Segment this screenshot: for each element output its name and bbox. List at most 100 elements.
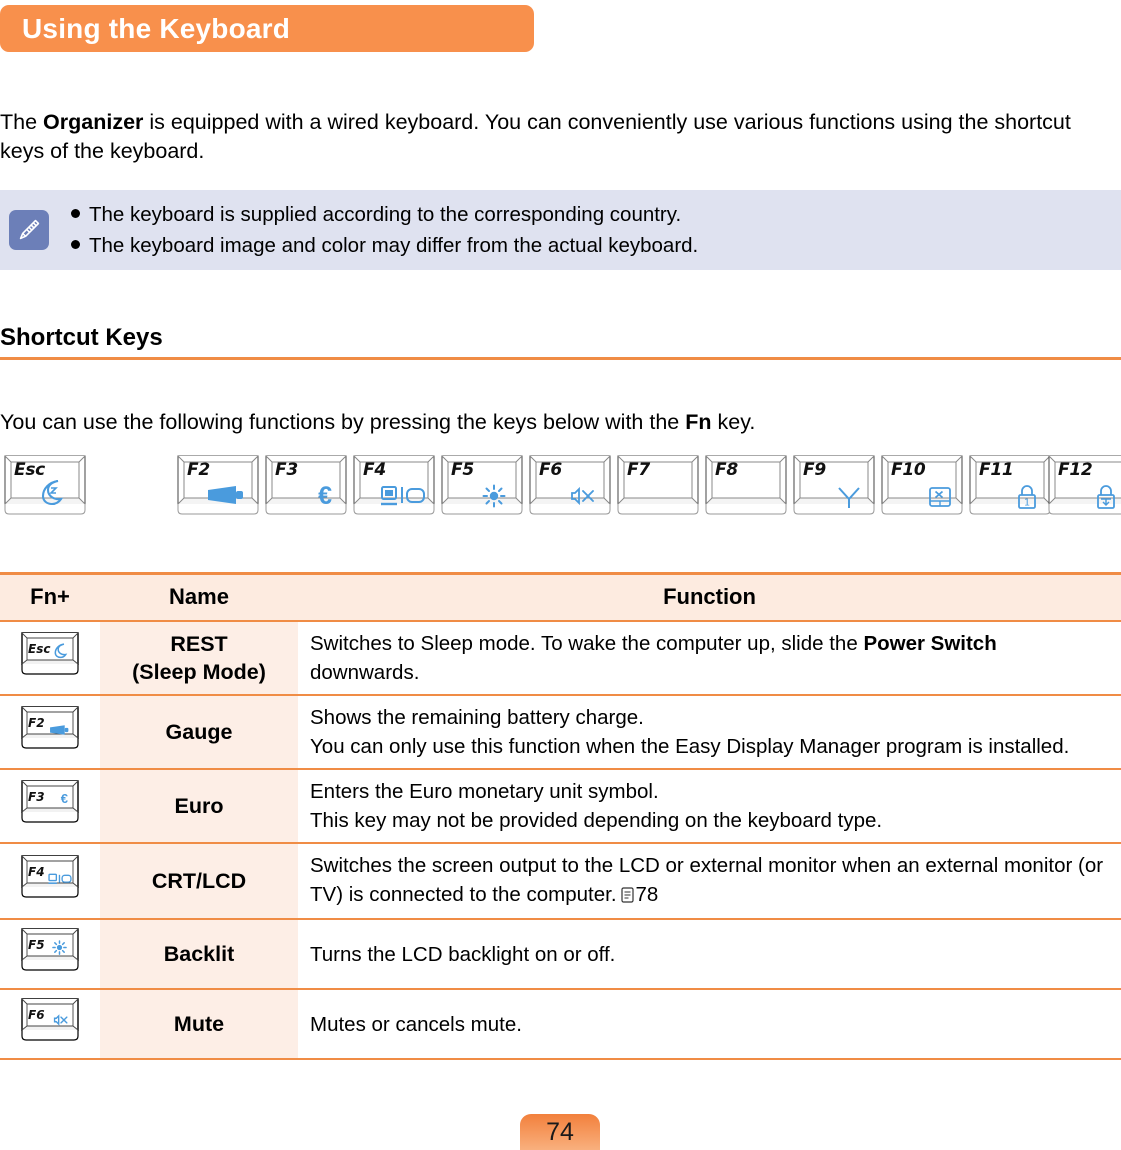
note-item: The keyboard image and color may differ … xyxy=(71,230,698,261)
keyboard-key-f5[interactable]: F5 xyxy=(440,452,524,520)
keycap-label: F6 xyxy=(28,1008,45,1022)
table-row: F2 Gauge Shows the remaining battery cha… xyxy=(0,695,1121,770)
keycap-f6: F6 xyxy=(19,996,81,1044)
function-line: Shows the remaining battery charge. xyxy=(310,706,644,729)
mute-speaker-icon xyxy=(570,484,596,508)
brightness-sun-icon xyxy=(52,939,67,960)
svg-text:1: 1 xyxy=(1024,498,1030,509)
wireless-antenna-icon xyxy=(836,484,862,510)
shortcut-keys-table: Fn+ Name Function Esc REST (Sleep Mode) … xyxy=(0,572,1121,1060)
keycap-label: F4 xyxy=(28,865,45,879)
keycap-esc: Esc xyxy=(19,630,81,678)
table-row: F4 CRT/LCD Switches the screen output to… xyxy=(0,843,1121,920)
note-item-text: The keyboard image and color may differ … xyxy=(89,234,699,257)
key-label: F12 xyxy=(1058,460,1093,480)
key-label: F10 xyxy=(891,460,926,480)
row-function-cell: Shows the remaining battery charge. You … xyxy=(298,695,1121,770)
euro-icon: € xyxy=(60,791,68,806)
table-row: F6 Mute Mutes or cancels mute. xyxy=(0,989,1121,1060)
mute-speaker-icon xyxy=(53,1011,69,1032)
key-label: F4 xyxy=(363,460,386,480)
bullet-icon xyxy=(71,240,80,249)
keyboard-key-f2[interactable]: F2 xyxy=(176,452,260,520)
section-heading: Shortcut Keys xyxy=(0,324,163,351)
keycap-f3: F3 € xyxy=(19,778,81,826)
row-key-cell: Esc xyxy=(0,621,100,696)
row-function-cell: Switches to Sleep mode. To wake the comp… xyxy=(298,621,1121,696)
key-label: Esc xyxy=(14,460,45,480)
row-name-cell: Backlit xyxy=(100,919,298,990)
keyboard-key-f9[interactable]: F9 xyxy=(792,452,876,520)
row-name-cell: Euro xyxy=(100,769,298,844)
crt-lcd-monitor-icon xyxy=(48,869,72,890)
keycap-label: F2 xyxy=(28,716,45,730)
section-intro-suffix: key. xyxy=(711,409,756,434)
page-number: 74 xyxy=(546,1117,574,1146)
keyboard-key-f8[interactable]: F8 xyxy=(704,452,788,520)
keyboard-key-f7[interactable]: F7 xyxy=(616,452,700,520)
row-name-cell: REST (Sleep Mode) xyxy=(100,621,298,696)
row-function-cell: Enters the Euro monetary unit symbol. Th… xyxy=(298,769,1121,844)
function-line: Enters the Euro monetary unit symbol. xyxy=(310,780,659,803)
row-function-cell: Mutes or cancels mute. xyxy=(298,989,1121,1060)
key-label: F7 xyxy=(627,460,650,480)
function-text-part: Switches to Sleep mode. To wake the comp… xyxy=(310,632,864,655)
keyboard-key-f3[interactable]: F3 € xyxy=(264,452,348,520)
key-label: F6 xyxy=(539,460,562,480)
moon-sleep-icon xyxy=(53,642,68,664)
section-intro: You can use the following functions by p… xyxy=(0,410,755,435)
intro-prefix: The xyxy=(0,109,44,134)
brightness-sun-icon xyxy=(482,484,506,508)
key-label: F9 xyxy=(803,460,826,480)
page-title-banner: Using the Keyboard xyxy=(0,5,534,52)
row-key-cell: F4 xyxy=(0,843,100,920)
keyboard-key-f6[interactable]: F6 xyxy=(528,452,612,520)
keycap-f4: F4 xyxy=(19,853,81,901)
table-header-row: Fn+ Name Function xyxy=(0,572,1121,622)
section-divider xyxy=(0,357,1121,360)
keyboard-key-esc[interactable]: Esc xyxy=(3,452,87,520)
function-line: This key may not be provided depending o… xyxy=(310,809,883,832)
key-label: F11 xyxy=(979,460,1014,480)
page-reference-icon xyxy=(620,885,634,908)
keyboard-key-f4[interactable]: F4 xyxy=(352,452,436,520)
battery-gauge-icon xyxy=(206,484,248,506)
note-box: The keyboard is supplied according to th… xyxy=(0,190,1121,270)
section-intro-prefix: You can use the following functions by p… xyxy=(0,409,686,434)
column-header-name: Name xyxy=(100,572,298,622)
touchpad-off-icon xyxy=(928,486,952,508)
table-row: Esc REST (Sleep Mode) Switches to Sleep … xyxy=(0,621,1121,696)
keyboard-key-f10[interactable]: F10 xyxy=(880,452,964,520)
page-number-badge: 74 xyxy=(520,1114,600,1150)
keyboard-key-f11[interactable]: F11 1 xyxy=(968,452,1052,520)
intro-suffix: is equipped with a wired keyboard. You c… xyxy=(0,109,1071,163)
keycap-f5: F5 xyxy=(19,926,81,974)
row-function-cell: Switches the screen output to the LCD or… xyxy=(298,843,1121,920)
function-text: Switches the screen output to the LCD or… xyxy=(310,854,1104,906)
keycap-label: F5 xyxy=(28,938,45,952)
section-heading-block: Shortcut Keys xyxy=(0,324,1121,360)
column-header-function: Function xyxy=(298,572,1121,622)
row-name-cell: CRT/LCD xyxy=(100,843,298,920)
fn-key-term: Fn xyxy=(685,409,712,434)
function-text-part: downwards. xyxy=(310,661,420,684)
key-label: F8 xyxy=(715,460,738,480)
key-label: F3 xyxy=(275,460,298,480)
page-title: Using the Keyboard xyxy=(22,12,291,44)
column-header-fn: Fn+ xyxy=(0,572,100,622)
key-label: F2 xyxy=(187,460,210,480)
function-line: You can only use this function when the … xyxy=(310,735,1070,758)
page-reference-number: 78 xyxy=(635,883,659,906)
intro-paragraph: The Organizer is equipped with a wired k… xyxy=(0,108,1105,166)
row-name-cell: Mute xyxy=(100,989,298,1060)
crt-lcd-monitor-icon xyxy=(380,485,426,507)
keycap-label: F3 xyxy=(28,790,45,804)
row-name-line2: (Sleep Mode) xyxy=(132,660,266,684)
battery-gauge-icon xyxy=(49,720,71,741)
table-row: F5 Backlit Turns the LCD backlight on or… xyxy=(0,919,1121,990)
euro-icon: € xyxy=(318,482,332,510)
keyboard-key-f12[interactable]: F12 xyxy=(1047,452,1121,520)
scroll-lock-icon xyxy=(1095,484,1117,510)
bullet-icon xyxy=(71,209,80,218)
pencil-note-icon xyxy=(9,210,49,250)
